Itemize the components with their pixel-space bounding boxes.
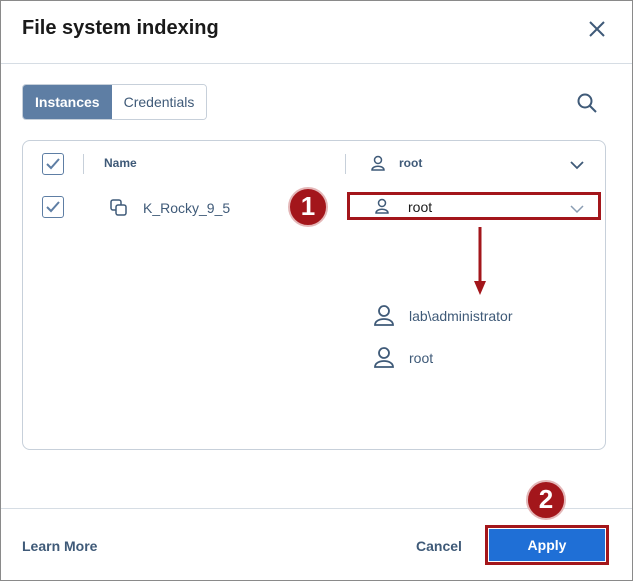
option-label: root — [409, 350, 434, 366]
tab-credentials[interactable]: Credentials — [111, 85, 207, 119]
copy-icon — [110, 199, 128, 222]
tab-bar: Instances Credentials — [22, 84, 208, 120]
header-divider — [1, 63, 632, 64]
option-label: lab\administrator — [409, 308, 513, 324]
apply-button[interactable]: Apply — [489, 529, 605, 561]
column-header-user[interactable]: root — [399, 156, 422, 170]
user-select-dropdown[interactable]: root — [347, 192, 601, 220]
column-header-name[interactable]: Name — [104, 156, 137, 170]
row-checkbox[interactable] — [42, 196, 64, 218]
file-system-indexing-dialog: File system indexing Instances Credentia… — [0, 0, 633, 581]
close-icon[interactable] — [586, 18, 608, 40]
arrow-annotation — [474, 227, 486, 302]
user-icon — [373, 304, 395, 331]
select-all-checkbox[interactable] — [42, 153, 64, 175]
instance-name: K_Rocky_9_5 — [143, 200, 231, 216]
column-divider — [83, 154, 84, 174]
user-icon — [370, 155, 386, 176]
user-icon — [373, 346, 395, 373]
dialog-title: File system indexing — [22, 17, 219, 39]
cancel-button[interactable]: Cancel — [416, 538, 462, 554]
column-divider — [345, 154, 346, 174]
chevron-down-icon[interactable] — [570, 157, 584, 175]
learn-more-link[interactable]: Learn More — [22, 538, 97, 554]
tab-instances[interactable]: Instances — [23, 85, 112, 119]
step-badge-1: 1 — [288, 187, 328, 227]
selected-user: root — [408, 199, 433, 215]
step-badge-2: 2 — [526, 480, 566, 520]
search-icon[interactable] — [576, 92, 598, 114]
chevron-down-icon — [570, 201, 584, 219]
apply-highlight: Apply — [485, 525, 609, 565]
instances-table: Name root K_Rocky_9_5 root lab\administr… — [22, 140, 606, 450]
user-icon — [374, 198, 390, 219]
